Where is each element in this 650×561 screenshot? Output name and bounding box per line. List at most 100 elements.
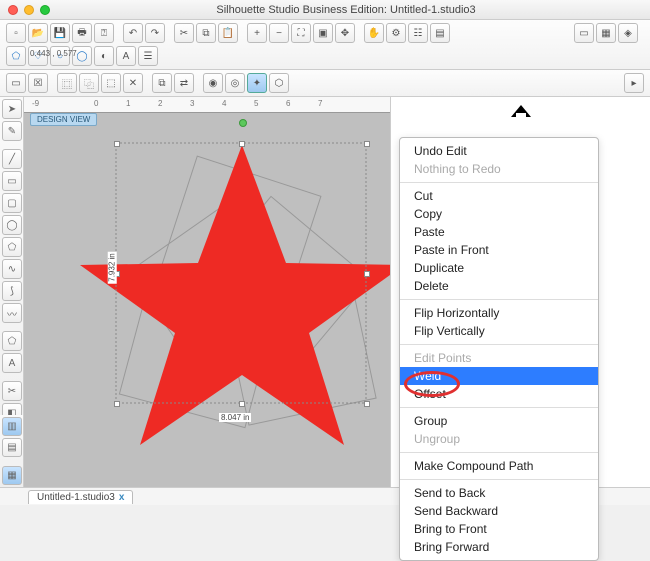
ctx-copy[interactable]: Copy: [400, 205, 598, 223]
layers-icon[interactable]: ☷: [408, 23, 428, 43]
compound-button[interactable]: ⬚: [101, 73, 121, 93]
handle-mr[interactable]: [364, 271, 370, 277]
library-icon[interactable]: ▤: [430, 23, 450, 43]
handle-tr[interactable]: [364, 141, 370, 147]
canvas[interactable]: 7.932 in 8.047 in: [24, 113, 390, 490]
hand-icon[interactable]: ✋: [364, 23, 384, 43]
ctx-make-compound[interactable]: Make Compound Path: [400, 457, 598, 475]
coord-readout: 0.443 , 0.577: [26, 48, 81, 59]
knife-tool-icon[interactable]: ✂: [2, 381, 22, 401]
ctx-flip-v[interactable]: Flip Vertically: [400, 322, 598, 340]
ctx-flip-h[interactable]: Flip Horizontally: [400, 304, 598, 322]
document-tab[interactable]: Untitled-1.studio3 x: [28, 490, 133, 504]
freehand-tool-icon[interactable]: 〰: [2, 303, 22, 323]
document-tab-label: Untitled-1.studio3: [37, 492, 115, 503]
right-panel: Undo Edit Nothing to Redo Cut Copy Paste…: [390, 97, 650, 490]
group-button[interactable]: ⿴: [57, 73, 77, 93]
paste-button[interactable]: 📋: [218, 23, 238, 43]
zoom-selection-button[interactable]: ⛶: [291, 23, 311, 43]
polygon-tool-icon[interactable]: ⬠: [2, 237, 22, 257]
panel-arrow-icon[interactable]: [511, 105, 531, 120]
height-label: 7.932 in: [108, 251, 117, 283]
coord-x: 0.443: [30, 49, 50, 58]
handle-tm[interactable]: [239, 141, 245, 147]
open-file-button[interactable]: 📂: [28, 23, 48, 43]
handle-bl[interactable]: [114, 401, 120, 407]
view-mode-b-button[interactable]: ▤: [2, 438, 22, 457]
pan-button[interactable]: ✥: [335, 23, 355, 43]
pentagon-icon[interactable]: ⬠: [2, 331, 22, 351]
canvas-area[interactable]: -9 0 1 2 3 4 5 6 7 DESIGN VIEW: [24, 97, 390, 490]
new-file-button[interactable]: ▫: [6, 23, 26, 43]
gradient-tool-button[interactable]: ◐: [94, 46, 114, 66]
text-style-button[interactable]: A: [116, 46, 136, 66]
close-window-button[interactable]: [8, 5, 18, 15]
cube-button[interactable]: ⬡: [269, 73, 289, 93]
view-mode-a-button[interactable]: ▥: [2, 417, 22, 436]
zoom-fit-button[interactable]: ▣: [313, 23, 333, 43]
send-button[interactable]: ⍰: [94, 23, 114, 43]
coord-y: 0.577: [57, 49, 77, 58]
handle-br[interactable]: [364, 401, 370, 407]
ctx-paste[interactable]: Paste: [400, 223, 598, 241]
ctx-cut[interactable]: Cut: [400, 187, 598, 205]
registration-button[interactable]: ◈: [618, 23, 638, 43]
roundrect-tool-icon[interactable]: ▢: [2, 193, 22, 213]
zoom-window-button[interactable]: [40, 5, 50, 15]
redo-button[interactable]: ↷: [145, 23, 165, 43]
ctx-duplicate[interactable]: Duplicate: [400, 259, 598, 277]
ctx-offset[interactable]: Offset: [400, 385, 598, 403]
curve-tool-icon[interactable]: ∿: [2, 259, 22, 279]
weld-button[interactable]: ◉: [203, 73, 223, 93]
settings-icon[interactable]: ⚙: [386, 23, 406, 43]
minimize-window-button[interactable]: [24, 5, 34, 15]
copy-button[interactable]: ⧉: [196, 23, 216, 43]
edit-points-tool-icon[interactable]: ✎: [2, 121, 22, 141]
text-tool-icon[interactable]: A: [2, 353, 22, 373]
ctx-bring-forward[interactable]: Bring Forward: [400, 538, 598, 556]
ctx-weld[interactable]: Weld: [400, 367, 598, 385]
line-tool-icon[interactable]: ╱: [2, 149, 22, 169]
duplicate-tool-button[interactable]: ⧉: [152, 73, 172, 93]
ellipse-tool-icon[interactable]: ◯: [2, 215, 22, 235]
more-icon[interactable]: ☰: [138, 46, 158, 66]
close-tab-icon[interactable]: x: [119, 492, 125, 503]
modify-button[interactable]: ✦: [247, 73, 267, 93]
bottom-left-tools: ▥ ▤ ▦: [0, 415, 24, 487]
pointer-tool-icon[interactable]: ➤: [2, 99, 22, 119]
toolbar-row-2: ▭ ☒ ⿴ ⿻ ⬚ ✕ ⧉ ⇄ ◉ ◎ ✦ ⬡ ▸: [0, 70, 650, 97]
zoomout-button[interactable]: −: [269, 23, 289, 43]
star-shape: [80, 145, 390, 445]
arc-tool-icon[interactable]: ⟆: [2, 281, 22, 301]
ctx-ungroup: Ungroup: [400, 430, 598, 448]
save-button[interactable]: 💾: [50, 23, 70, 43]
view-mode-c-button[interactable]: ▦: [2, 466, 22, 485]
deselect-button[interactable]: ☒: [28, 73, 48, 93]
handle-bm[interactable]: [239, 401, 245, 407]
zoomin-button[interactable]: +: [247, 23, 267, 43]
ctx-group[interactable]: Group: [400, 412, 598, 430]
page-tool-button[interactable]: ▭: [574, 23, 594, 43]
ruler-horizontal: -9 0 1 2 3 4 5 6 7: [24, 97, 390, 113]
cut-button[interactable]: ✂: [174, 23, 194, 43]
grid-tool-button[interactable]: ▦: [596, 23, 616, 43]
release-button[interactable]: ✕: [123, 73, 143, 93]
ungroup-button[interactable]: ⿻: [79, 73, 99, 93]
rect-tool-icon[interactable]: ▭: [2, 171, 22, 191]
select-button[interactable]: ▭: [6, 73, 26, 93]
ctx-paste-front[interactable]: Paste in Front: [400, 241, 598, 259]
print-button[interactable]: 🖶: [72, 23, 92, 43]
titlebar: Silhouette Studio Business Edition: Unti…: [0, 0, 650, 20]
handle-tl[interactable]: [114, 141, 120, 147]
ctx-redo: Nothing to Redo: [400, 160, 598, 178]
mirror-button[interactable]: ⇄: [174, 73, 194, 93]
window-controls: [8, 5, 50, 15]
pentagon-tool-button[interactable]: ⬠: [6, 46, 26, 66]
offset-button[interactable]: ◎: [225, 73, 245, 93]
ctx-bring-front[interactable]: Bring to Front: [400, 520, 598, 538]
ctx-delete[interactable]: Delete: [400, 277, 598, 295]
expand-panel-icon[interactable]: ▸: [624, 73, 644, 93]
ctx-undo[interactable]: Undo Edit: [400, 142, 598, 160]
ctx-send-back[interactable]: Send to Back: [400, 484, 598, 502]
undo-button[interactable]: ↶: [123, 23, 143, 43]
